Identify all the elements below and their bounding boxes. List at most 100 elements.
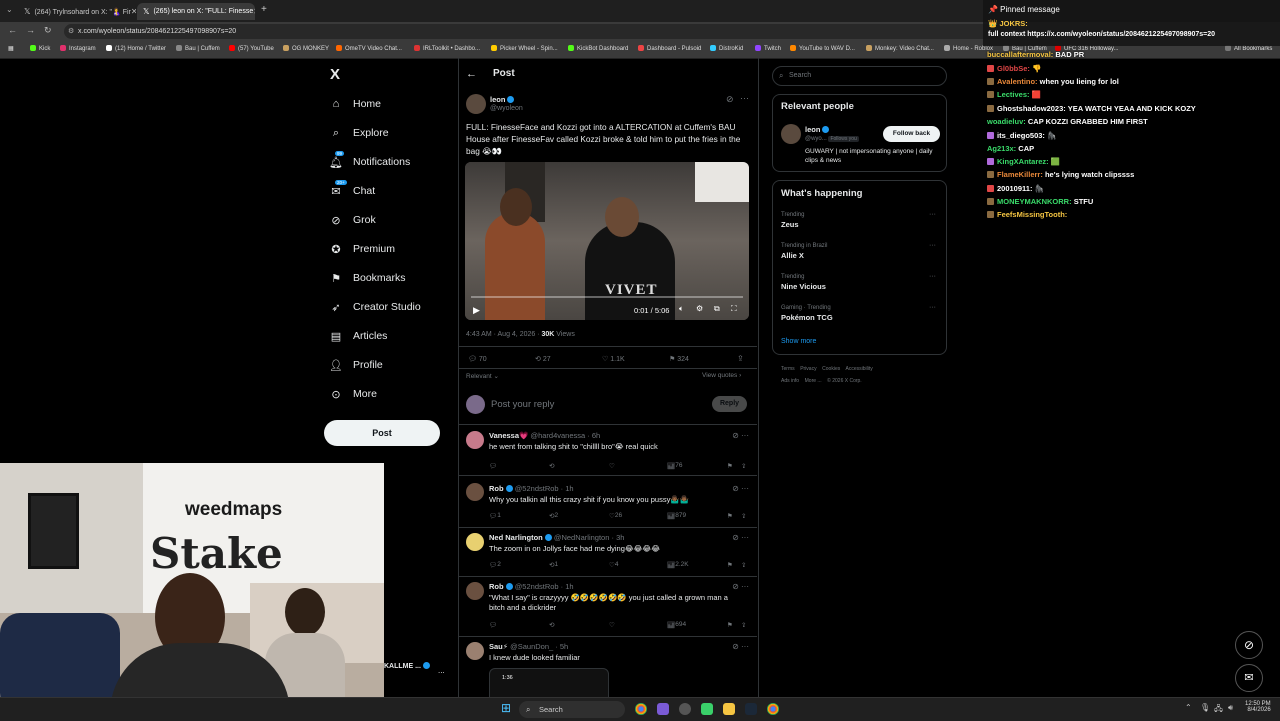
reply-avatar[interactable] bbox=[466, 483, 484, 501]
reply-share-icon[interactable]: ⇪ bbox=[741, 462, 746, 470]
bookmark-irltoolkit[interactable]: IRLToolkit • Dashbo... bbox=[414, 45, 480, 52]
volume-icon[interactable]: 🔈︎ bbox=[679, 304, 684, 314]
reply-share-icon[interactable]: ⇪ bbox=[741, 512, 746, 520]
bookmark-kickbot[interactable]: KickBot Dashboard bbox=[568, 45, 628, 52]
steam-icon[interactable] bbox=[745, 703, 757, 715]
network-icon[interactable]: 🖧 bbox=[1214, 703, 1223, 717]
reply-like-icon[interactable]: ♡ 4 bbox=[609, 561, 618, 569]
reply-views[interactable]: 📊︎ 694 bbox=[667, 621, 686, 629]
reply-comment-icon[interactable]: 💬︎ bbox=[489, 462, 497, 470]
bookmark-og-monkey[interactable]: OG MONKEY bbox=[283, 45, 329, 52]
tray-chevron-icon[interactable]: ⌃ bbox=[1185, 703, 1192, 712]
chrome-active-icon[interactable] bbox=[767, 703, 779, 715]
more-options-icon[interactable]: ⊘ ··· bbox=[732, 642, 749, 651]
close-tab-icon[interactable]: ✕ bbox=[253, 7, 255, 16]
obs-icon[interactable] bbox=[679, 703, 691, 715]
nav-creator-studio[interactable]: ➶ Creator Studio bbox=[330, 301, 420, 314]
view-quotes-link[interactable]: View quotes › bbox=[702, 372, 741, 379]
bookmark-distrokid[interactable]: DistroKid bbox=[710, 45, 743, 52]
trend-more-icon[interactable]: ··· bbox=[929, 242, 936, 249]
reply-share-icon[interactable]: ⇪ bbox=[741, 561, 746, 569]
reply-item-4[interactable]: Rob @52ndstRob · 1h "What I say" is craz… bbox=[458, 576, 757, 637]
taskbar-search[interactable]: ⌕ Search bbox=[519, 701, 625, 718]
reply-item-3[interactable]: Ned Narlington @NedNarlington · 3h The z… bbox=[458, 527, 757, 577]
reply-author[interactable]: Rob @52ndstRob · 1h bbox=[489, 484, 574, 493]
reply-bookmark-icon[interactable]: ⚑ bbox=[727, 621, 733, 629]
trend-item[interactable]: Trending in Brazil Allie X bbox=[781, 243, 827, 260]
trend-more-icon[interactable]: ··· bbox=[929, 304, 936, 311]
messages-float-button[interactable]: ✉ bbox=[1235, 664, 1263, 692]
browser-tab-2[interactable]: 𝕏 (265) leon on X: "FULL: Finesse ✕ bbox=[137, 3, 255, 20]
reply-comment-icon[interactable]: 💬︎ bbox=[489, 621, 497, 629]
reply-like-icon[interactable]: ♡ 26 bbox=[609, 512, 622, 520]
reply-item-1[interactable]: Vanessa💗 @hard4vanessa · 6h he went from… bbox=[458, 425, 757, 476]
reply-item-5[interactable]: Sau⚡ @SaunDon_ · 5h I knew dude looked f… bbox=[458, 636, 757, 699]
windows-start-icon[interactable]: ⊞ bbox=[501, 701, 511, 715]
site-info-icon[interactable]: ⚙ bbox=[68, 24, 74, 39]
discord-icon[interactable] bbox=[657, 703, 669, 715]
repost-action[interactable]: ⟲ 27 bbox=[535, 355, 551, 363]
share-icon[interactable]: ⇪ bbox=[737, 354, 744, 363]
reply-repost-icon[interactable]: ⟲ bbox=[549, 621, 554, 629]
reply-avatar[interactable] bbox=[466, 533, 484, 551]
reply-author[interactable]: Vanessa💗 @hard4vanessa · 6h bbox=[489, 431, 600, 440]
reply-avatar[interactable] bbox=[466, 642, 484, 660]
bookmark-picker-wheel[interactable]: Picker Wheel - Spin... bbox=[491, 45, 558, 52]
reply-share-icon[interactable]: ⇪ bbox=[741, 621, 746, 629]
reply-views[interactable]: 📊︎ 76 bbox=[667, 462, 683, 470]
reply-views[interactable]: 📊︎ 2.2K bbox=[667, 561, 689, 569]
reply-comment-icon[interactable]: 💬︎ 1 bbox=[489, 512, 501, 520]
show-more-link[interactable]: Show more bbox=[781, 338, 816, 345]
volume-icon[interactable]: 🔊︎ bbox=[1228, 703, 1233, 713]
reply-item-2[interactable]: Rob @52ndstRob · 1h Why you talkin all t… bbox=[458, 475, 757, 528]
reply-media-preview[interactable]: 1:36 bbox=[489, 668, 609, 699]
taskbar-clock[interactable]: 12:50 PM 8/4/2026 bbox=[1245, 701, 1271, 713]
nav-explore[interactable]: ⌕ Explore bbox=[330, 127, 389, 140]
reply-action[interactable]: 💬︎ 70 bbox=[468, 355, 487, 363]
bookmark-kick[interactable]: Kick bbox=[30, 45, 50, 52]
nav-grok[interactable]: ⊘ Grok bbox=[330, 214, 375, 227]
reply-author[interactable]: Ned Narlington @NedNarlington · 3h bbox=[489, 533, 624, 542]
forward-icon[interactable]: → bbox=[26, 25, 35, 35]
nav-more[interactable]: ⊙ More bbox=[330, 388, 377, 401]
reply-avatar[interactable] bbox=[466, 582, 484, 600]
nav-bookmarks[interactable]: ⚑ Bookmarks bbox=[330, 272, 405, 285]
trend-item[interactable]: Trending Zeus bbox=[781, 212, 804, 229]
nav-notifications[interactable]: 🔔︎ 99 Notifications bbox=[329, 151, 410, 169]
more-options-icon[interactable]: ··· bbox=[740, 93, 749, 103]
settings-icon[interactable]: ⚙ bbox=[696, 304, 703, 313]
account-name[interactable]: KALLME ... bbox=[384, 662, 430, 670]
pip-icon[interactable]: ⧉ bbox=[714, 304, 720, 314]
nav-profile[interactable]: 👤︎ Profile bbox=[329, 359, 383, 372]
relevant-name[interactable]: leon bbox=[805, 125, 830, 134]
reply-author[interactable]: Rob @52ndstRob · 1h bbox=[489, 582, 574, 591]
bookmark-twitter[interactable]: (12) Home / Twitter bbox=[106, 45, 166, 52]
bookmark-pulsoid[interactable]: Dashboard - Pulsoid bbox=[638, 45, 701, 52]
fullscreen-icon[interactable]: ⛶ bbox=[731, 304, 737, 314]
more-options-icon[interactable]: ⊘ ··· bbox=[732, 484, 749, 493]
chrome-icon[interactable] bbox=[635, 703, 647, 715]
author-avatar[interactable] bbox=[466, 94, 486, 114]
reload-icon[interactable]: ↻ bbox=[44, 25, 52, 36]
reply-bookmark-icon[interactable]: ⚑ bbox=[727, 462, 733, 470]
reply-repost-icon[interactable]: ⟲ 1 bbox=[549, 561, 558, 569]
trend-more-icon[interactable]: ··· bbox=[929, 211, 936, 218]
apps-icon[interactable]: ▦ bbox=[8, 45, 14, 52]
video-progress-track[interactable] bbox=[471, 296, 743, 298]
bookmark-instagram[interactable]: Instagram bbox=[60, 45, 96, 52]
new-tab-icon[interactable]: + bbox=[261, 4, 267, 15]
search-input[interactable]: ⌕ Search bbox=[772, 66, 947, 86]
play-icon[interactable]: ▶ bbox=[473, 305, 480, 316]
footer-link[interactable]: Ads info bbox=[781, 378, 799, 384]
trend-more-icon[interactable]: ··· bbox=[929, 273, 936, 280]
sort-replies[interactable]: Relevant ⌄ bbox=[466, 372, 499, 380]
reply-like-icon[interactable]: ♡ bbox=[609, 621, 615, 629]
my-avatar[interactable] bbox=[466, 395, 485, 414]
account-more-icon[interactable]: ... bbox=[438, 666, 445, 675]
more-options-icon[interactable]: ⊘ ··· bbox=[732, 582, 749, 591]
author-handle[interactable]: @wyoleon bbox=[490, 105, 523, 112]
bookmark-monkey[interactable]: Monkey: Video Chat... bbox=[866, 45, 934, 52]
more-options-icon[interactable]: ⊘ ··· bbox=[732, 533, 749, 542]
post-button[interactable]: Post bbox=[324, 420, 440, 446]
reply-repost-icon[interactable]: ⟲ 2 bbox=[549, 512, 558, 520]
